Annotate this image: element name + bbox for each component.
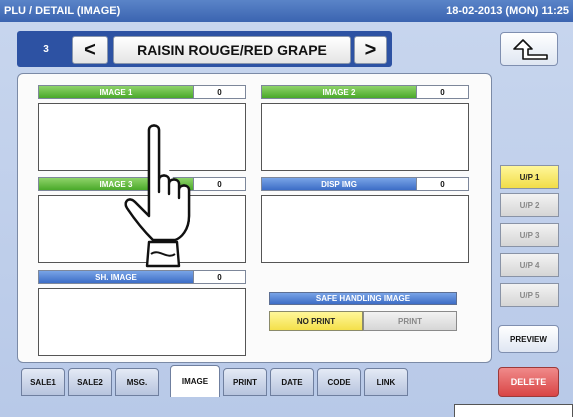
status-box — [454, 404, 573, 417]
image2-label: IMAGE 2 — [262, 86, 416, 98]
next-plu-button[interactable]: > — [354, 36, 387, 64]
tab-print[interactable]: PRINT — [223, 368, 267, 396]
page-button-up3[interactable]: U/P 3 — [500, 223, 559, 247]
tab-strip: SALE1 SALE2 MSG. IMAGE PRINT DATE CODE L… — [17, 365, 492, 398]
page-button-up5[interactable]: U/P 5 — [500, 283, 559, 307]
disp-img-label: DISP IMG — [262, 178, 416, 190]
tab-image[interactable]: IMAGE — [170, 365, 220, 397]
disp-img-preview-box[interactable] — [261, 195, 469, 263]
image1-header: IMAGE 1 0 — [38, 85, 246, 99]
sh-image-preview-box[interactable] — [38, 288, 246, 356]
tab-sale1[interactable]: SALE1 — [21, 368, 65, 396]
image2-header: IMAGE 2 0 — [261, 85, 469, 99]
disp-img-header: DISP IMG 0 — [261, 177, 469, 191]
sh-image-label: SH. IMAGE — [39, 271, 193, 283]
tab-link[interactable]: LINK — [364, 368, 408, 396]
image2-preview-box[interactable] — [261, 103, 469, 171]
screen: PLU / DETAIL (IMAGE) 18-02-2013 (MON) 11… — [0, 0, 573, 417]
title-bar: PLU / DETAIL (IMAGE) 18-02-2013 (MON) 11… — [0, 0, 573, 22]
page-button-up2[interactable]: U/P 2 — [500, 193, 559, 217]
print-option[interactable]: PRINT — [363, 311, 457, 331]
no-print-option[interactable]: NO PRINT — [269, 311, 363, 331]
hand-pointer-icon — [124, 124, 191, 268]
delete-button[interactable]: DELETE — [498, 367, 559, 397]
tab-code[interactable]: CODE — [317, 368, 361, 396]
preview-button[interactable]: PREVIEW — [498, 325, 559, 353]
page-button-up4[interactable]: U/P 4 — [500, 253, 559, 277]
image2-value[interactable]: 0 — [416, 86, 468, 98]
sh-image-value[interactable]: 0 — [193, 271, 245, 283]
sh-image-header: SH. IMAGE 0 — [38, 270, 246, 284]
item-name-field[interactable]: RAISIN ROUGE/RED GRAPE — [113, 36, 351, 64]
screen-title: PLU / DETAIL (IMAGE) — [4, 5, 121, 17]
image1-value[interactable]: 0 — [193, 86, 245, 98]
date-time: 18-02-2013 (MON) 11:25 — [446, 5, 569, 17]
safe-handling-title: SAFE HANDLING IMAGE — [269, 292, 457, 305]
return-arrow-icon — [513, 39, 548, 60]
tab-sale2[interactable]: SALE2 — [68, 368, 112, 396]
previous-plu-button[interactable]: < — [72, 36, 108, 64]
return-button[interactable] — [500, 32, 558, 66]
tab-date[interactable]: DATE — [270, 368, 314, 396]
plu-number: 3 — [43, 43, 49, 55]
image1-label: IMAGE 1 — [39, 86, 193, 98]
page-button-up1[interactable]: U/P 1 — [500, 165, 559, 189]
tab-msg[interactable]: MSG. — [115, 368, 159, 396]
disp-img-value[interactable]: 0 — [416, 178, 468, 190]
